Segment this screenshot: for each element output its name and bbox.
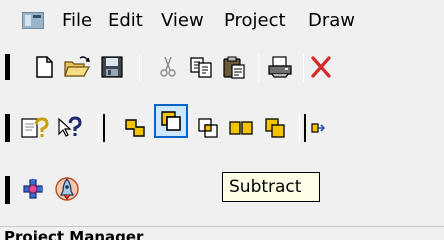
toolbar-separator <box>98 114 99 142</box>
subtract-tooltip: Subtract <box>222 172 320 202</box>
application-icon[interactable] <box>22 12 44 29</box>
new-button[interactable] <box>29 52 59 82</box>
new-document-icon <box>36 56 53 78</box>
toolbar-overflow-icon <box>311 123 325 133</box>
split-icon <box>229 121 253 135</box>
toolbar-separator <box>303 54 304 82</box>
copy-icon <box>190 57 212 78</box>
open-folder-icon <box>64 56 91 77</box>
unite-icon <box>125 119 145 137</box>
menu-bar: File Edit View Project Draw <box>0 0 444 40</box>
imprint-icon <box>265 118 285 138</box>
standard-toolbar <box>0 42 444 92</box>
puzzle-button[interactable] <box>18 174 48 204</box>
menu-edit[interactable]: Edit <box>108 8 143 34</box>
cut-icon <box>160 56 176 77</box>
menu-view[interactable]: View <box>161 8 204 34</box>
puzzle-pieces-icon <box>23 178 44 199</box>
save-icon <box>101 56 123 78</box>
menu-file[interactable]: File <box>62 8 92 34</box>
split-button[interactable] <box>226 113 256 143</box>
copy-button[interactable] <box>186 52 216 82</box>
cut-button[interactable] <box>153 52 183 82</box>
imprint-button[interactable] <box>260 113 290 143</box>
toolbar-grip[interactable] <box>5 54 10 80</box>
menu-draw[interactable]: Draw <box>308 8 355 34</box>
delete-button[interactable] <box>306 52 336 82</box>
subtract-button[interactable] <box>154 104 188 138</box>
project-manager-title: Project Manager <box>0 226 444 240</box>
open-button[interactable] <box>62 52 92 82</box>
toolbar-grip <box>304 114 306 142</box>
help-topics-icon <box>21 117 49 138</box>
rocket-icon <box>55 177 79 201</box>
unite-button[interactable] <box>120 113 150 143</box>
save-button[interactable] <box>97 52 127 82</box>
toolbar-overflow-button[interactable] <box>310 113 326 143</box>
toolbar-grip[interactable] <box>5 114 10 142</box>
toolbar-grip <box>103 114 105 142</box>
toolbar-grip[interactable] <box>5 176 10 204</box>
boolean-toolbar <box>0 104 444 156</box>
help-topics-button[interactable] <box>20 113 50 143</box>
whats-this-button[interactable] <box>54 113 84 143</box>
toolbar-separator <box>258 54 259 82</box>
intersect-icon <box>198 118 218 138</box>
print-icon <box>268 56 292 78</box>
paste-icon <box>223 56 245 79</box>
intersect-button[interactable] <box>193 113 223 143</box>
toolbar-separator <box>299 114 300 142</box>
menu-project[interactable]: Project <box>224 8 286 34</box>
delete-icon <box>311 56 331 78</box>
subtract-icon <box>161 111 181 131</box>
whats-this-help-icon <box>58 116 82 137</box>
paste-button[interactable] <box>219 52 249 82</box>
rocket-button[interactable] <box>52 174 82 204</box>
print-button[interactable] <box>265 52 295 82</box>
toolbar-separator <box>139 54 140 82</box>
